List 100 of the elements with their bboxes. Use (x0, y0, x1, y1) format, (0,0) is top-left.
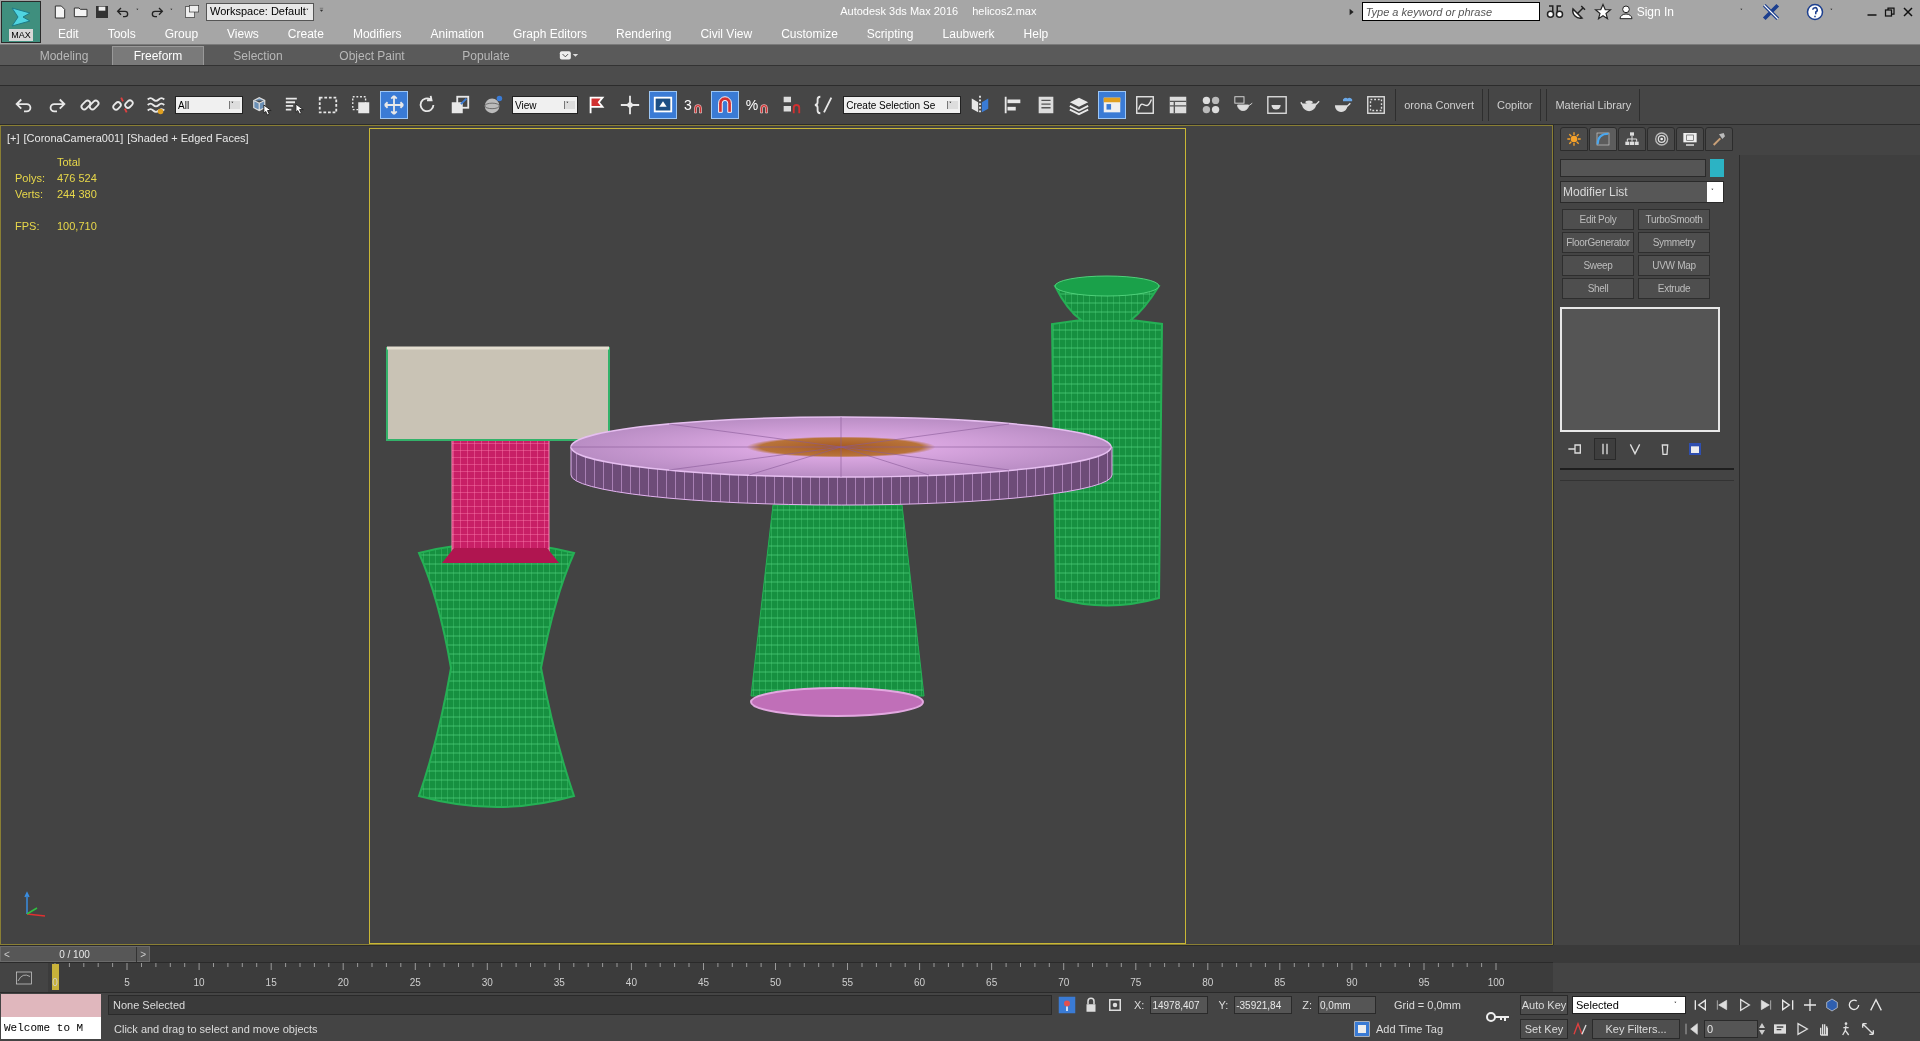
set-key-button[interactable]: Set Key (1520, 1019, 1568, 1039)
monitor-icon[interactable] (1676, 127, 1704, 151)
maximize-icon[interactable] (1860, 1021, 1876, 1037)
star-icon[interactable] (1593, 2, 1612, 21)
next-key-icon[interactable] (1758, 997, 1774, 1013)
viewport-menu[interactable]: [Shaded + Edged Faces] (127, 130, 249, 147)
menu-item[interactable]: Rendering (616, 24, 672, 43)
ribbon-tab[interactable]: Modeling (24, 46, 104, 65)
add-time-tag-button[interactable]: Add Time Tag (1376, 1020, 1444, 1038)
coordinate-field[interactable]: 14978,407 (1150, 996, 1209, 1014)
menu-item[interactable]: Tools (107, 24, 136, 43)
menu-item[interactable]: Customize (781, 24, 838, 43)
binoculars-icon[interactable] (1545, 2, 1564, 21)
menu-item[interactable]: Views (227, 24, 259, 43)
menu-item[interactable]: Modifiers (352, 24, 402, 43)
cube-icon[interactable] (1824, 997, 1840, 1013)
ribbon-tab[interactable]: Object Paint (312, 46, 432, 65)
next-frame-button[interactable]: > (136, 946, 149, 962)
current-frame-field[interactable]: 0 (1704, 1020, 1758, 1038)
toolbar-dropdown[interactable]: All (175, 96, 243, 114)
ribbon-options-icon[interactable] (558, 49, 580, 61)
modifier-button[interactable]: UVW Map (1638, 255, 1710, 276)
menu-item[interactable]: Help (1023, 24, 1049, 43)
coordinate-field[interactable]: 0,0mm (1318, 996, 1376, 1014)
time-slider-thumb[interactable]: < 0 / 100 > (0, 946, 150, 962)
toolbar-text-button[interactable]: Material Library (1546, 89, 1641, 121)
toolbar-text-button[interactable]: Copitor (1487, 89, 1542, 121)
menu-item[interactable]: Laubwerk (942, 24, 995, 43)
curve-icon[interactable] (1589, 127, 1617, 151)
hierarchy-icon[interactable] (1618, 127, 1646, 151)
sun-icon[interactable] (1560, 127, 1588, 151)
end-result-icon[interactable] (1594, 438, 1616, 460)
snap-toggle[interactable]: 3 (682, 91, 706, 119)
listener-input[interactable] (1, 994, 101, 1017)
viewport-menu[interactable]: [+] (7, 130, 20, 147)
selection-lock-icon[interactable] (1058, 996, 1076, 1014)
menu-item[interactable]: Group (164, 24, 199, 43)
toolbar-text-button[interactable]: orona Convert (1395, 89, 1483, 121)
field-of-view-icon[interactable] (1868, 997, 1884, 1013)
modifier-list-dropdown[interactable]: Modifier List (1560, 181, 1724, 203)
first-frame-icon[interactable] (1692, 997, 1708, 1013)
modifier-button[interactable]: Shell (1562, 278, 1634, 299)
auto-key-button[interactable]: Auto Key (1520, 995, 1568, 1015)
modifier-button[interactable]: TurboSmooth (1638, 209, 1710, 230)
target-circles-icon[interactable] (1647, 127, 1675, 151)
key-mode-dropdown[interactable]: Selected (1572, 996, 1686, 1014)
key-mode-icon[interactable] (1684, 1021, 1700, 1037)
menu-item[interactable]: Animation (430, 24, 484, 43)
modifier-button[interactable]: Symmetry (1638, 232, 1710, 253)
window-icon[interactable] (649, 91, 677, 119)
modifier-button[interactable]: Edit Poly (1562, 209, 1634, 230)
ribbon-tab[interactable]: Selection (212, 46, 304, 65)
sign-in-button[interactable]: Sign In (1617, 2, 1674, 21)
render-play-icon[interactable] (1794, 1021, 1810, 1037)
save-icon[interactable] (94, 3, 110, 20)
previous-frame-button[interactable]: < (1, 946, 13, 962)
coordinate-field[interactable]: -35921,84 (1234, 996, 1293, 1014)
menu-item[interactable]: Civil View (700, 24, 753, 43)
modifier-button[interactable]: Extrude (1638, 278, 1710, 299)
track-bar[interactable]: 0 5 10 15 20 25 30 35 40 45 50 55 60 65 70 75 80 85 90 95 100 (48, 963, 1553, 992)
workspace-dropdown[interactable]: Workspace: Default (206, 2, 314, 21)
menu-item[interactable]: Graph Editors (512, 24, 587, 43)
time-configuration-icon[interactable] (1772, 1021, 1788, 1037)
modifier-stack[interactable] (1560, 307, 1720, 432)
move-icon[interactable] (380, 91, 408, 119)
snap-toggle[interactable]: % (743, 91, 773, 119)
curve-key-icon[interactable] (1572, 1021, 1588, 1037)
key-icon[interactable] (1485, 1010, 1511, 1024)
previous-key-icon[interactable] (1714, 997, 1730, 1013)
menu-item[interactable]: Edit (58, 24, 79, 43)
viewport[interactable]: [+] [CoronaCamera001] [Shaded + Edged Faces] Total Polys: 476 524 Verts: 244 380 FPS: 100,710 (0, 125, 1553, 945)
project-folder-icon[interactable] (183, 3, 201, 20)
key-filters-button[interactable]: Key Filters... (1592, 1019, 1680, 1039)
object-name-field[interactable] (1560, 159, 1706, 177)
toolbar-dropdown[interactable]: Create Selection Se (843, 96, 962, 114)
toolbar-dropdown[interactable]: View (512, 96, 578, 114)
app-menu-button[interactable]: MAX (1, 1, 41, 43)
close-icon[interactable] (1902, 5, 1914, 18)
absolute-mode-icon[interactable] (1106, 996, 1124, 1014)
restore-icon[interactable] (1884, 5, 1896, 18)
hammer-icon[interactable] (1705, 127, 1733, 151)
menu-item[interactable]: Scripting (866, 24, 914, 43)
ribbon-tab[interactable]: Freeform (112, 46, 204, 65)
time-slider-track[interactable]: < 0 / 100 > (0, 945, 1553, 963)
search-field[interactable]: Type a keyword or phrase (1361, 2, 1540, 21)
pan-icon[interactable] (1802, 997, 1818, 1013)
help-icon[interactable] (1806, 2, 1824, 21)
last-frame-icon[interactable] (1780, 997, 1796, 1013)
object-color-swatch[interactable] (1710, 159, 1724, 177)
menu-item[interactable]: Create (287, 24, 324, 43)
exchange-x-icon[interactable] (1762, 2, 1780, 21)
angle-magnet-icon[interactable] (710, 91, 739, 119)
curve-editor-icon[interactable] (14, 968, 34, 987)
orbit-icon[interactable] (1846, 997, 1862, 1013)
panel-icon[interactable] (1098, 91, 1127, 119)
ribbon-tab[interactable]: Populate (440, 46, 532, 65)
time-tag-icon[interactable] (1354, 1021, 1370, 1037)
new-file-icon[interactable] (52, 3, 68, 20)
modifier-button[interactable]: FloorGenerator (1562, 232, 1634, 253)
modifier-button[interactable]: Sweep (1562, 255, 1634, 276)
